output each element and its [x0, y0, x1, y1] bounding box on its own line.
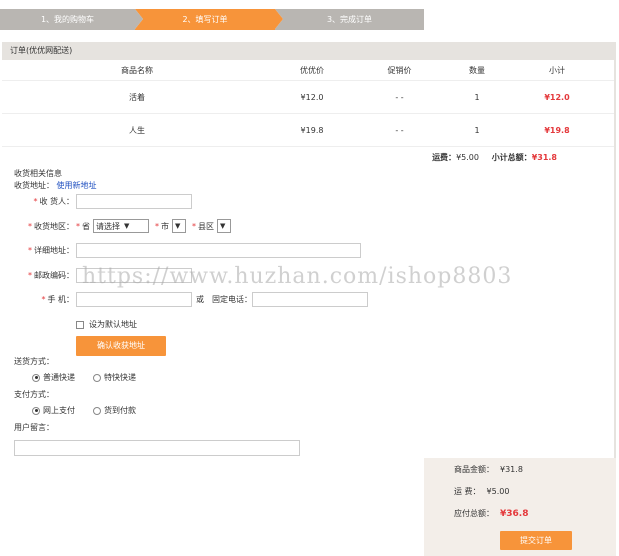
phone-label: * 手 机： [41, 294, 74, 304]
panel-border [614, 60, 616, 460]
province-label: 省 [82, 221, 90, 231]
radio-icon[interactable] [32, 406, 40, 415]
header-qty: 数量 [469, 65, 485, 75]
table-row: 人生 ¥19.8 - - 1 ¥19.8 [2, 114, 614, 147]
delivery-option-express[interactable]: 特快快递 [93, 372, 136, 383]
header-price: 优优价 [300, 65, 324, 75]
remark-input[interactable] [14, 440, 300, 456]
tel-label: 固定电话： [212, 294, 252, 304]
delivery-options: 普通快递 特快快递 [32, 372, 136, 383]
product-subtotal: ¥12.0 [544, 92, 570, 102]
watermark-text: https://www.huzhan.com/ishop8803 [82, 264, 513, 289]
mobile-input[interactable] [76, 291, 192, 307]
district-label: 县区 [198, 221, 214, 231]
detail-label: * 详细地址： [28, 245, 74, 255]
product-price: ¥19.8 [300, 125, 324, 135]
order-title: 订单(优优网配送) [2, 42, 616, 60]
step-fill-order: 2、填写订单 [135, 9, 283, 30]
order-table: 商品名称 优优价 促销价 数量 小计 活着 ¥12.0 - - 1 ¥12.0 … [2, 60, 614, 147]
province-select[interactable]: 请选择 ▼ [93, 219, 149, 233]
payment-label: 支付方式： [14, 390, 54, 399]
freight-amount: 运 费： ¥5.00 [454, 487, 510, 496]
chevron-down-icon: ▼ [175, 222, 181, 230]
radio-icon[interactable] [93, 373, 101, 382]
payment-options: 网上支付 货到付款 [32, 405, 136, 416]
header-name: 商品名称 [121, 65, 153, 75]
district-select[interactable]: ▼ [217, 219, 231, 233]
product-promo: - - [395, 92, 404, 102]
payment-option-online[interactable]: 网上支付 [32, 405, 75, 416]
product-qty: 1 [474, 92, 480, 102]
subtotal-value: ¥31.8 [531, 153, 557, 162]
default-address-label: 设为默认地址 [89, 320, 137, 329]
section-title: 收货相关信息 [14, 169, 62, 178]
payment-option-cod[interactable]: 货到付款 [93, 405, 136, 416]
product-promo: - - [395, 125, 404, 135]
region-label: * 收货地区： [28, 221, 74, 231]
header-promo: 促销价 [387, 65, 412, 75]
product-subtotal: ¥19.8 [544, 125, 570, 135]
receiver-input[interactable] [76, 193, 192, 209]
chevron-down-icon: ▼ [220, 222, 226, 230]
total-amount: 应付总额： ¥36.8 [454, 509, 529, 519]
detail-address-input[interactable] [76, 242, 361, 258]
city-select[interactable]: ▼ [172, 219, 186, 233]
submit-order-button[interactable]: 提交订单 [500, 531, 572, 550]
order-summary: 商品金额： ¥31.8 运 费： ¥5.00 应付总额： ¥36.8 提交订单 [424, 458, 616, 556]
default-address-checkbox[interactable]: 设为默认地址 [76, 319, 137, 330]
phone-row: * 手 机： 或 固定电话： [14, 291, 368, 307]
radio-icon[interactable] [32, 373, 40, 382]
step-cart[interactable]: 1、我的购物车 [0, 9, 143, 30]
checkout-steps: 1、我的购物车 2、填写订单 3、完成订单 [0, 9, 424, 30]
shipping-value: ¥5.00 [456, 153, 479, 162]
product-price: ¥12.0 [300, 92, 324, 102]
table-header: 商品名称 优优价 促销价 数量 小计 [2, 60, 614, 81]
subtotal-label: 小计总额： [491, 153, 532, 162]
receiver-label: * 收 货人： [33, 196, 74, 206]
order-totals: 运费：¥5.00 小计总额：¥31.8 [432, 152, 557, 163]
radio-icon[interactable] [93, 406, 101, 415]
confirm-address-button[interactable]: 确认收获地址 [76, 336, 166, 356]
goods-amount: 商品金额： ¥31.8 [454, 465, 523, 474]
step-complete: 3、完成订单 [275, 9, 424, 30]
new-address-link[interactable]: 使用新地址 [57, 181, 97, 190]
zip-label: * 邮政编码： [28, 270, 74, 280]
shipping-label: 运费： [432, 153, 457, 162]
delivery-label: 送货方式： [14, 357, 54, 366]
receiver-row: * 收 货人： [14, 193, 192, 209]
chevron-down-icon: ▼ [124, 222, 130, 230]
address-label: 收货地址： [14, 181, 54, 190]
checkbox-box[interactable] [76, 320, 84, 329]
tel-input[interactable] [252, 291, 368, 307]
product-name[interactable]: 活着 [2, 92, 272, 103]
region-row: * 收货地区： * 省 请选择 ▼ * 市 ▼ * 县区 ▼ [14, 218, 231, 234]
header-subtotal: 小计 [549, 65, 565, 75]
remark-label: 用户留言： [14, 423, 54, 432]
or-label: 或 [196, 294, 204, 304]
address-line: 收货地址： 使用新地址 [14, 180, 97, 191]
detail-row: * 详细地址： [14, 242, 361, 258]
table-row: 活着 ¥12.0 - - 1 ¥12.0 [2, 81, 614, 114]
product-name[interactable]: 人生 [2, 125, 272, 136]
delivery-option-normal[interactable]: 普通快递 [32, 372, 75, 383]
city-label: 市 [161, 221, 169, 231]
product-qty: 1 [474, 125, 480, 135]
